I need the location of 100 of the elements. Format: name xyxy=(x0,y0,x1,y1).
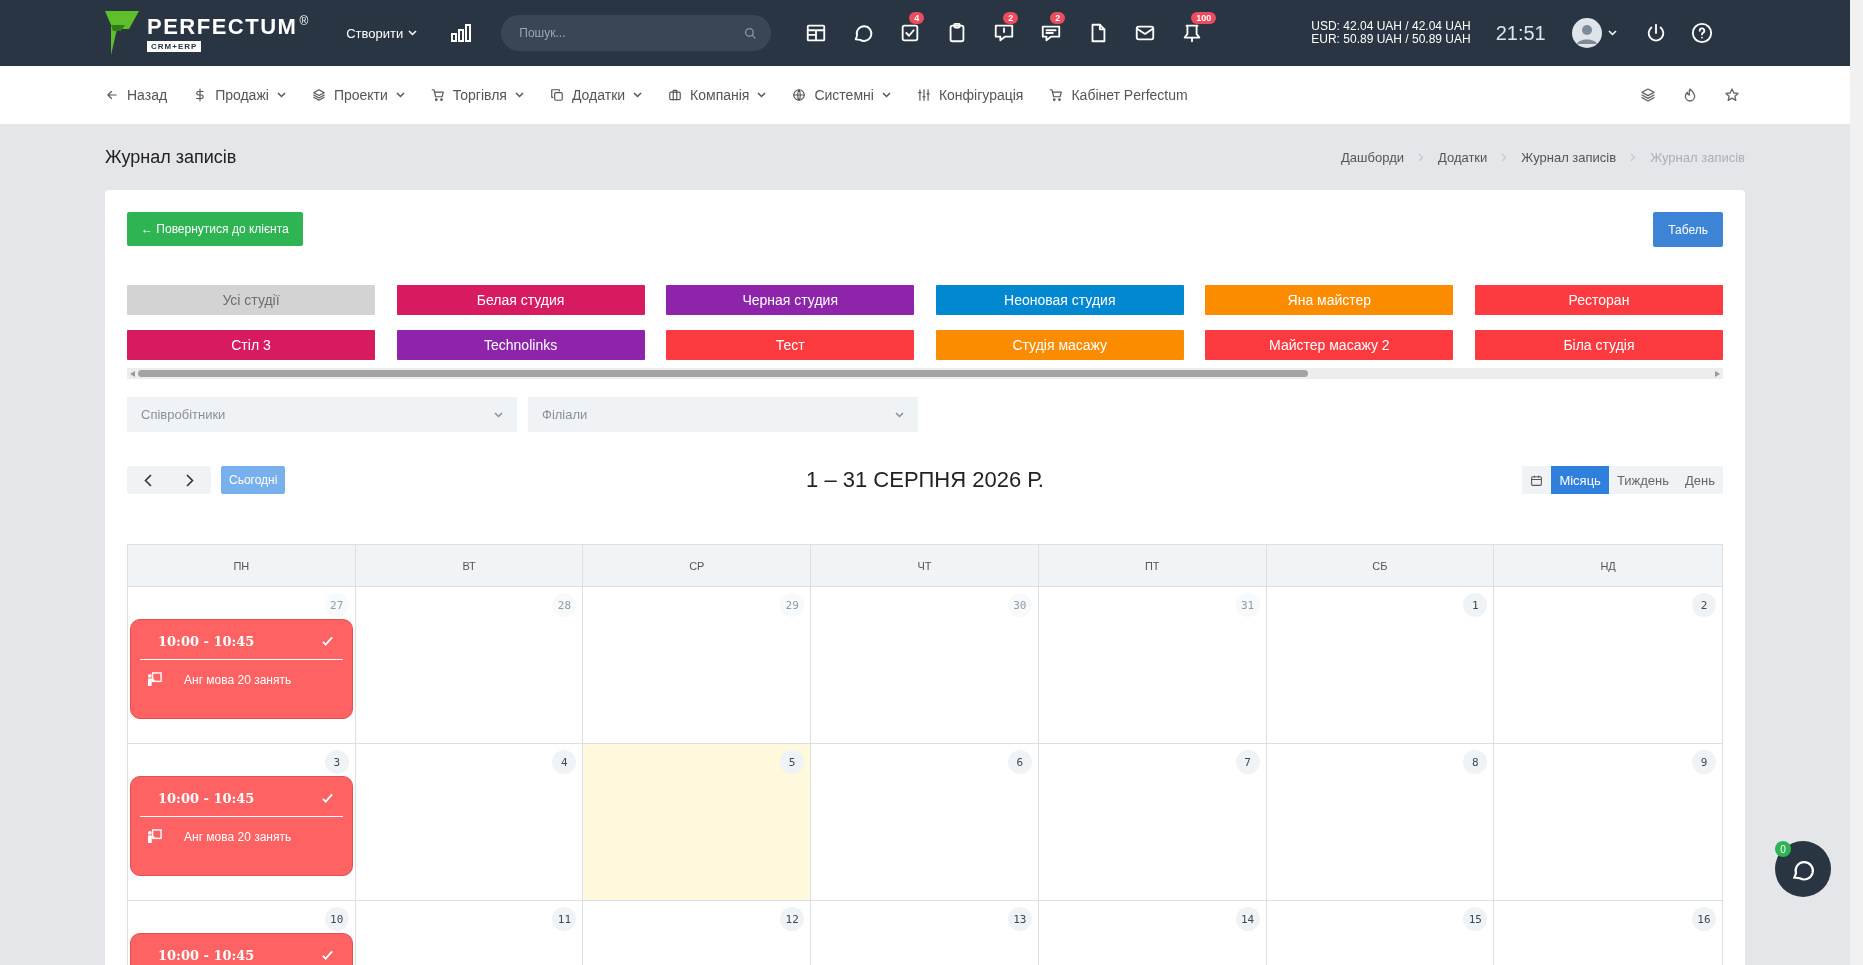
day-cell[interactable]: 3 10:00 - 10:45 Анг мова 20 занять xyxy=(128,744,356,901)
studio-filter-button[interactable]: Майстер масажу 2 xyxy=(1205,330,1454,360)
breadcrumb-link[interactable]: Журнал записів xyxy=(1521,149,1617,165)
day-number: 13 xyxy=(1007,907,1032,931)
logo-icon xyxy=(105,11,139,55)
day-cell[interactable]: 5 xyxy=(583,744,812,901)
caret-icon xyxy=(494,411,503,418)
create-menu[interactable]: Створити xyxy=(340,24,424,42)
caret-icon xyxy=(633,92,643,98)
chevron-icon xyxy=(1501,152,1508,162)
day-number: 28 xyxy=(552,593,577,617)
table-icon[interactable] xyxy=(805,22,828,44)
bar-chart-icon[interactable] xyxy=(451,24,472,42)
nav-link[interactable]: Системні xyxy=(792,87,891,103)
count-badge: 2 xyxy=(1003,12,1019,24)
day-number: 5 xyxy=(780,750,805,774)
layers-icon[interactable] xyxy=(1640,87,1656,103)
nav-link[interactable]: Назад xyxy=(105,87,168,103)
registered-mark: ® xyxy=(299,14,309,28)
view-tab[interactable]: Місяць xyxy=(1551,466,1609,494)
breadcrumb-link[interactable]: Дашборди xyxy=(1341,149,1404,165)
day-cell[interactable]: 8 xyxy=(1266,744,1495,901)
day-cell[interactable]: 6 xyxy=(811,744,1039,901)
day-number: 9 xyxy=(1692,750,1716,774)
studio-filter-button[interactable]: Стіл 3 xyxy=(127,330,375,360)
currency-rate: USD: 42.04 UAH / 42.04 UAH xyxy=(1311,20,1471,33)
globe-icon xyxy=(792,88,807,102)
sliders-icon xyxy=(916,88,931,102)
studio-filter-button[interactable]: Усі студії xyxy=(127,285,375,315)
studio-filter-button[interactable]: Technolinks xyxy=(396,330,645,360)
star-icon[interactable] xyxy=(1724,87,1740,103)
weekday-header: ПН xyxy=(128,544,356,587)
timesheet-button[interactable]: Табель xyxy=(1653,212,1723,247)
day-number: 7 xyxy=(1235,750,1260,774)
day-number: 12 xyxy=(780,907,805,931)
caret-icon xyxy=(395,92,405,98)
chat-alert-icon[interactable] xyxy=(993,22,1016,44)
chevron-icon xyxy=(1630,152,1637,162)
day-cell[interactable]: 2 xyxy=(1494,587,1722,744)
weekday-header: НД xyxy=(1494,544,1722,587)
nav-link[interactable]: Додатки xyxy=(549,87,643,103)
day-cell[interactable]: 10 10:00 - 10:45 xyxy=(128,901,356,965)
day-cell[interactable]: 12 xyxy=(583,901,812,965)
day-number: 29 xyxy=(780,593,805,617)
studio-filter-button[interactable]: Неоновая студия xyxy=(935,285,1184,315)
layers-icon xyxy=(311,88,326,102)
studio-filter-button[interactable]: Тест xyxy=(666,330,915,360)
day-number: 3 xyxy=(324,750,349,774)
chevron-right-icon xyxy=(186,473,194,487)
calendar-title: 1 – 31 СЕРПНЯ 2026 Р. xyxy=(806,467,1044,493)
day-number: 8 xyxy=(1463,750,1488,774)
day-cell[interactable]: 15 xyxy=(1266,901,1495,965)
help-icon[interactable] xyxy=(1690,22,1713,44)
nav-link[interactable]: Продажі xyxy=(193,87,286,103)
day-number: 16 xyxy=(1692,907,1716,931)
avatar[interactable] xyxy=(1571,18,1602,48)
view-tab[interactable]: Тиждень xyxy=(1608,466,1677,494)
flame-icon[interactable] xyxy=(1682,87,1698,103)
breadcrumb-link[interactable]: Додатки xyxy=(1438,149,1488,165)
day-number: 2 xyxy=(1692,593,1716,617)
nav-link[interactable]: Проекти xyxy=(311,87,405,103)
chat-icon[interactable] xyxy=(852,22,875,44)
day-number: 30 xyxy=(1007,593,1032,617)
day-cell[interactable]: 9 xyxy=(1494,744,1722,901)
weekday-header: СБ xyxy=(1266,544,1495,587)
studio-filter-button[interactable]: Ресторан xyxy=(1474,285,1723,315)
caret-icon xyxy=(881,92,891,98)
day-number: 1 xyxy=(1463,593,1488,617)
studio-filter-button[interactable]: Біла студія xyxy=(1474,330,1723,360)
nav-link[interactable]: Конфігурація xyxy=(916,87,1024,103)
day-cell[interactable]: 7 xyxy=(1038,744,1267,901)
view-tab[interactable]: День xyxy=(1677,466,1723,494)
nav-link[interactable]: Компанія xyxy=(668,87,767,103)
studio-filter-button[interactable]: Белая студия xyxy=(396,285,645,315)
count-badge: 100 xyxy=(1191,12,1217,24)
count-badge: 4 xyxy=(909,12,925,24)
weekday-header: СР xyxy=(583,544,812,587)
search-field[interactable]: Пошук... xyxy=(501,15,772,51)
studio-filter-button[interactable]: Черная студия xyxy=(666,285,915,315)
appointment-time: 10:00 - 10:45 xyxy=(158,791,255,806)
briefcase-icon xyxy=(668,88,683,102)
day-cell[interactable]: 1 xyxy=(1266,587,1495,744)
day-number: 11 xyxy=(552,907,577,931)
day-number: 4 xyxy=(552,750,577,774)
caret-icon xyxy=(1607,30,1617,36)
caret-icon xyxy=(276,92,286,98)
day-number: 6 xyxy=(1007,750,1032,774)
weekday-header: ЧТ xyxy=(811,544,1039,587)
date-picker-button[interactable] xyxy=(1522,466,1552,494)
nav-link[interactable]: Торгівля xyxy=(430,87,524,103)
day-cell[interactable]: 11 xyxy=(355,901,584,965)
day-cell[interactable]: 14 xyxy=(1038,901,1267,965)
arrow-left-icon xyxy=(105,88,119,102)
appointment-time: 10:00 - 10:45 xyxy=(158,634,255,649)
calendar-icon xyxy=(1530,473,1544,487)
day-cell[interactable]: 16 xyxy=(1494,901,1722,965)
currency-rate: EUR: 50.89 UAH / 50.89 UAH xyxy=(1311,33,1471,46)
nav-link[interactable]: Кабінет Perfectum xyxy=(1049,87,1188,103)
day-number: 27 xyxy=(324,593,349,617)
day-cell[interactable]: 13 xyxy=(811,901,1039,965)
